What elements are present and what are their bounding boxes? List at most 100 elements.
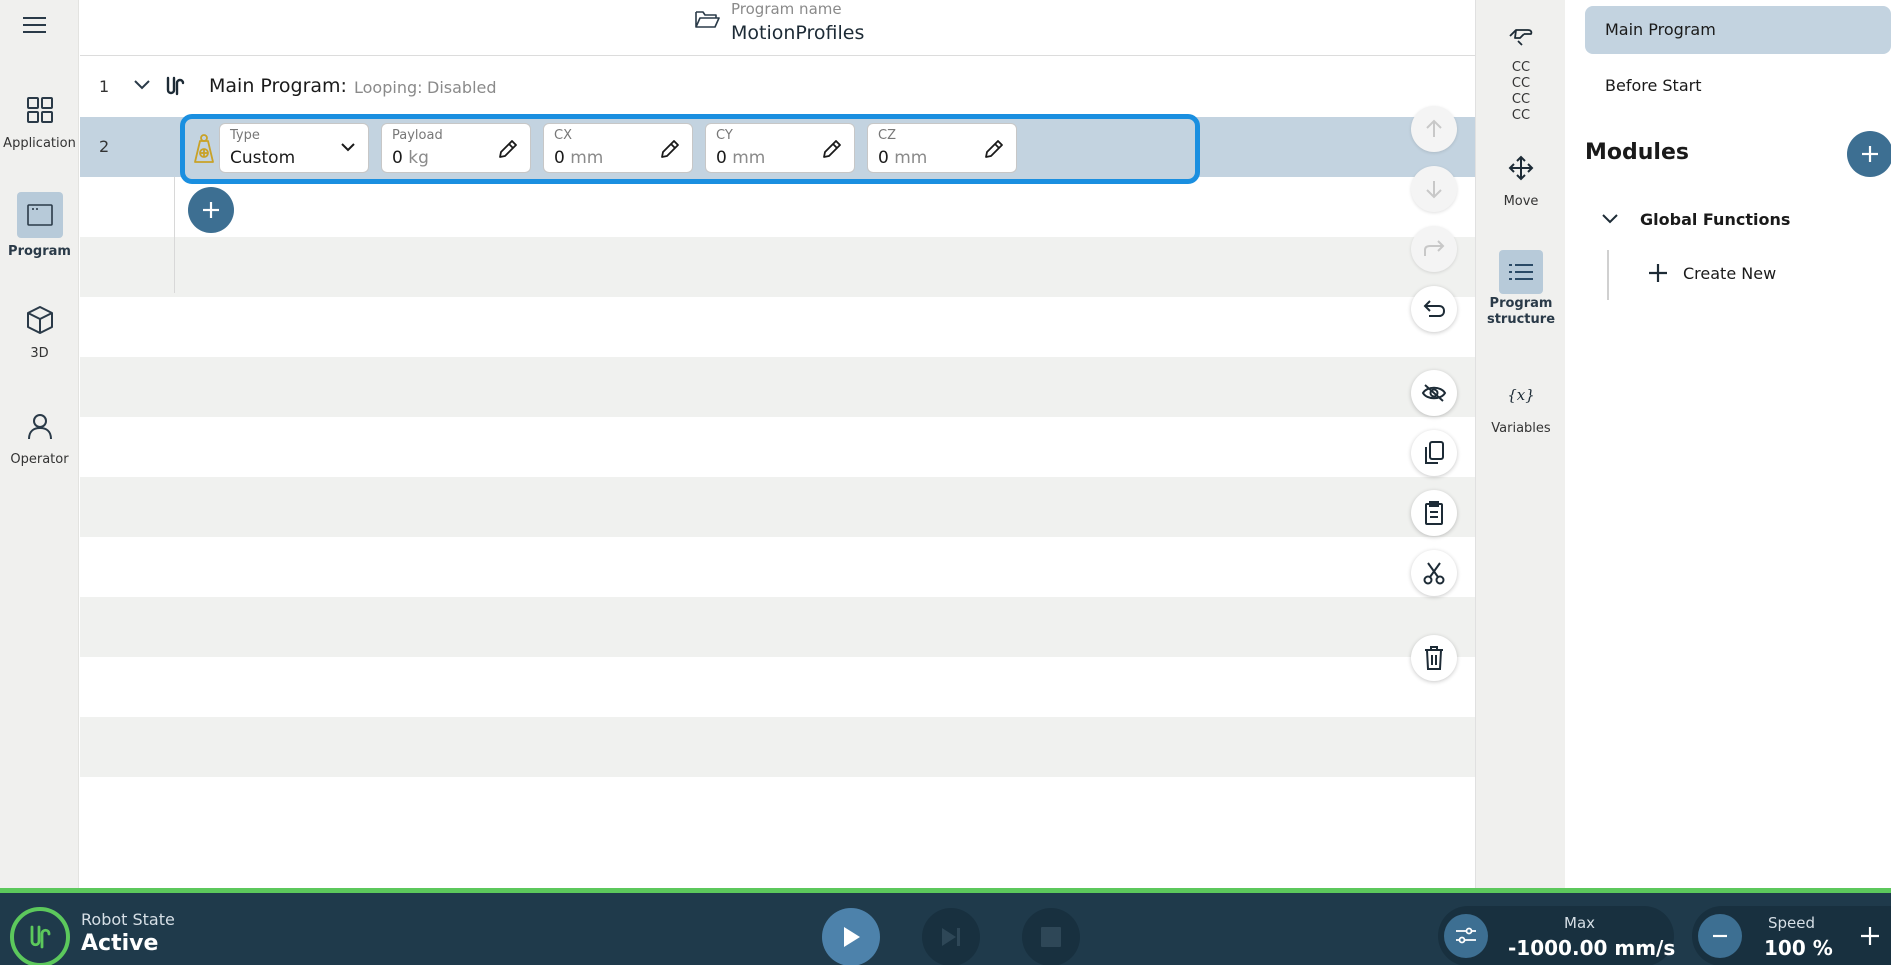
sliders-icon[interactable] (1444, 914, 1488, 958)
main-program-item[interactable]: Main Program (1585, 6, 1891, 54)
pencil-icon[interactable] (496, 137, 520, 161)
field-label: Payload (392, 128, 443, 143)
speed-decrease-button[interactable] (1698, 914, 1742, 958)
pencil-icon[interactable] (820, 137, 844, 161)
before-start-item[interactable]: Before Start (1605, 76, 1701, 95)
step-button[interactable] (922, 908, 980, 965)
cube-icon (22, 302, 58, 338)
tool-label: Program structure (1486, 296, 1556, 327)
plus-icon (1649, 264, 1667, 282)
tree-guide-line (174, 177, 175, 293)
copy-icon (1423, 440, 1445, 466)
payload-mass-field[interactable]: Payload 0 kg (381, 123, 531, 173)
delete-button[interactable] (1411, 635, 1457, 681)
nav-item-application[interactable]: Application (0, 92, 79, 172)
move-down-button[interactable] (1411, 166, 1457, 212)
program-name-label: Program name (731, 0, 842, 18)
stop-button[interactable] (1022, 908, 1080, 965)
tool-program-structure[interactable]: Program structure (1476, 250, 1566, 328)
max-speed-control[interactable]: Max -1000.00 mm/s (1438, 906, 1675, 965)
play-button[interactable] (822, 908, 880, 965)
arrow-down-icon (1423, 178, 1445, 200)
folder-open-icon[interactable] (694, 8, 720, 30)
variables-icon: {x} (1499, 373, 1543, 417)
chevron-down-icon (340, 142, 356, 152)
field-value: 0 mm (554, 148, 604, 168)
create-new-label: Create New (1683, 263, 1777, 283)
cy-field[interactable]: CY 0 mm (705, 123, 855, 173)
tool-variables[interactable]: {x} Variables (1476, 373, 1566, 437)
payload-type-dropdown[interactable]: Type Custom (219, 123, 369, 173)
hide-button[interactable] (1411, 370, 1457, 416)
max-label: Max (1564, 914, 1596, 932)
field-value: 0 mm (716, 148, 766, 168)
main-program-title: Main Program: (209, 75, 347, 97)
redo-button[interactable] (1411, 226, 1457, 272)
cut-button[interactable] (1411, 550, 1457, 596)
chevron-down-icon[interactable] (1600, 212, 1620, 226)
field-value: 0 mm (878, 148, 928, 168)
line-number: 1 (99, 77, 110, 96)
field-value: 0 kg (392, 148, 429, 168)
move-up-button[interactable] (1411, 106, 1457, 152)
tree-row-empty (80, 717, 1475, 777)
copy-button[interactable] (1411, 430, 1457, 476)
undo-icon (1421, 298, 1447, 320)
hamburger-menu-icon[interactable] (20, 14, 50, 36)
ur-logo-icon (164, 75, 186, 97)
eye-off-icon (1421, 382, 1447, 404)
play-icon (839, 924, 863, 950)
paste-button[interactable] (1411, 490, 1457, 536)
cz-field[interactable]: CZ 0 mm (867, 123, 1017, 173)
payload-weight-icon (191, 132, 217, 166)
grid-icon (22, 92, 58, 128)
pencil-icon[interactable] (982, 137, 1006, 161)
tree-row-empty (80, 177, 1475, 237)
undo-button[interactable] (1411, 286, 1457, 332)
field-label: CY (716, 128, 733, 143)
tree-row-empty (80, 297, 1475, 357)
hand-freedrive-icon (1499, 14, 1543, 58)
chevron-down-icon[interactable] (132, 78, 152, 92)
trash-icon (1423, 645, 1445, 671)
add-node-button[interactable] (188, 187, 234, 233)
stop-icon (1040, 926, 1062, 948)
program-header: Program name MotionProfiles (80, 0, 1475, 56)
cx-field[interactable]: CX 0 mm (543, 123, 693, 173)
tool-label: Move (1503, 194, 1539, 209)
create-new-button[interactable]: Create New (1647, 262, 1776, 284)
minus-icon (1713, 934, 1727, 938)
field-label: Type (230, 128, 260, 143)
global-functions-item[interactable]: Global Functions (1640, 210, 1790, 229)
speed-increase-button[interactable] (1850, 916, 1890, 956)
looping-label: Looping: (354, 78, 423, 97)
field-label: CX (554, 128, 572, 143)
robot-state-value: Active (81, 931, 159, 956)
field-value: Custom (230, 148, 296, 168)
nav-item-label: Operator (10, 452, 69, 467)
modules-heading: Modules (1585, 140, 1689, 165)
tool-freedrive[interactable]: CC CC CC CC (1476, 14, 1566, 124)
program-name[interactable]: MotionProfiles (731, 22, 864, 44)
status-bar: Robot State Active Max -1000.00 mm/s Spe… (0, 888, 1891, 965)
nav-item-operator[interactable]: Operator (0, 408, 79, 488)
nav-item-3d[interactable]: 3D (0, 302, 79, 382)
speed-label: Speed (1768, 914, 1816, 932)
tree-row-empty (80, 477, 1475, 537)
pencil-icon[interactable] (658, 137, 682, 161)
left-navigation: Application Program 3D Operator (0, 0, 79, 888)
tree-row-main-program[interactable]: 1 Main Program: Looping: Disabled (80, 57, 1475, 117)
tree-row-empty (80, 357, 1475, 417)
tool-move[interactable]: Move (1476, 146, 1566, 210)
field-label: CZ (878, 128, 896, 143)
svg-text:{x}: {x} (1507, 386, 1535, 404)
tree-row-empty (80, 597, 1475, 657)
payload-node[interactable]: Type Custom Payload 0 kg CX 0 mm CY 0 mm (180, 114, 1200, 184)
redo-icon (1421, 238, 1447, 260)
nav-item-program[interactable]: Program (0, 192, 79, 272)
arrow-up-icon (1423, 118, 1445, 140)
step-forward-icon (938, 925, 964, 949)
tool-strip: CC CC CC CC Move Program structure {x} V… (1475, 0, 1565, 888)
add-module-button[interactable] (1847, 131, 1891, 177)
list-icon (1499, 250, 1543, 294)
